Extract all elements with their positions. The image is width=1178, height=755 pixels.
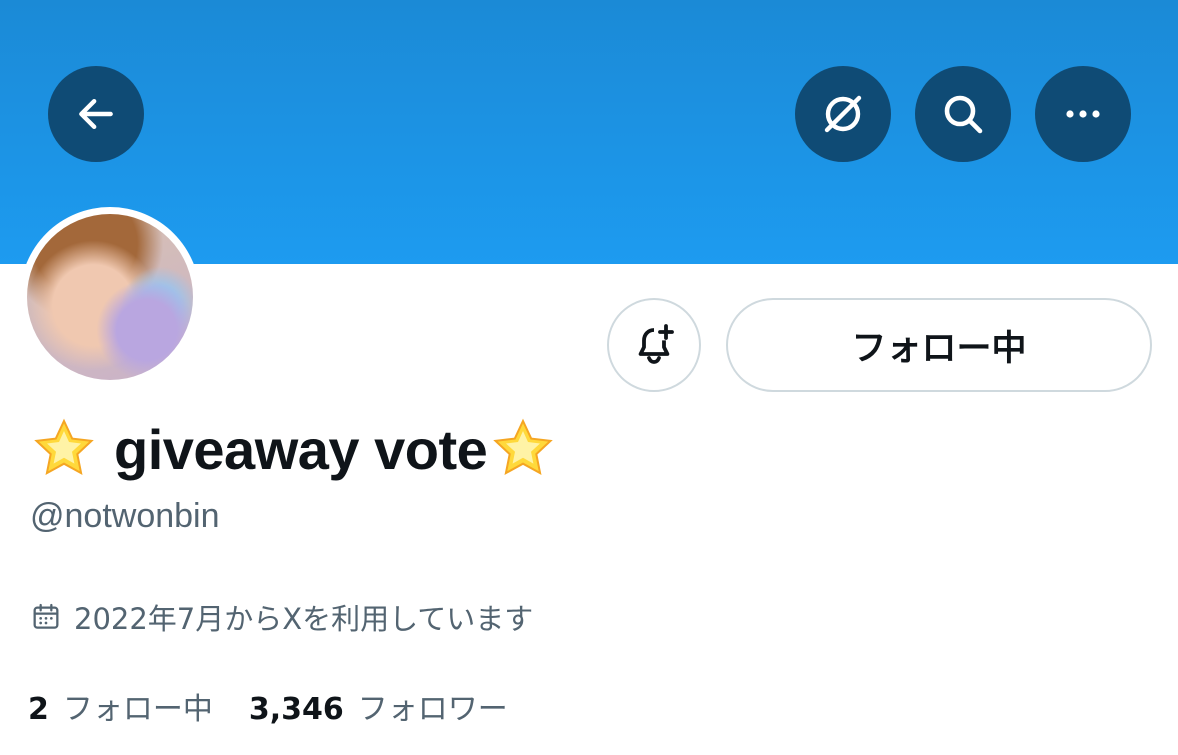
following-count: 2 [28,692,49,727]
star-icon [32,417,96,481]
avatar[interactable] [27,214,193,380]
display-name: giveaway vote [32,412,555,486]
follow-stats: 2 フォロー中 3,346 フォロワー [28,684,544,728]
calendar-icon [30,601,62,633]
followers-label: フォロワー [357,692,508,727]
star-icon [491,417,555,481]
join-date-text: 2022年7月からXを利用しています [74,602,534,636]
join-date: 2022年7月からXを利用しています [30,596,533,638]
arrow-left-icon [79,98,113,130]
following-button[interactable]: フォロー中 [726,298,1152,392]
more-button[interactable] [1035,66,1131,162]
search-button[interactable] [915,66,1011,162]
following-label: フォロー中 [62,692,213,727]
bell-plus-icon [638,324,674,364]
more-horizontal-icon [1066,110,1100,118]
followers-count: 3,346 [248,692,344,727]
followers-link[interactable]: 3,346 フォロワー [249,684,508,728]
user-handle: @notwonbin [30,497,220,535]
grok-button[interactable] [795,66,891,162]
following-link[interactable]: 2 フォロー中 [28,684,213,728]
notify-button[interactable] [607,298,701,392]
display-name-text: giveaway vote [114,417,488,481]
slash-circle-icon [824,95,862,133]
search-icon [944,95,983,134]
back-button[interactable] [48,66,144,162]
